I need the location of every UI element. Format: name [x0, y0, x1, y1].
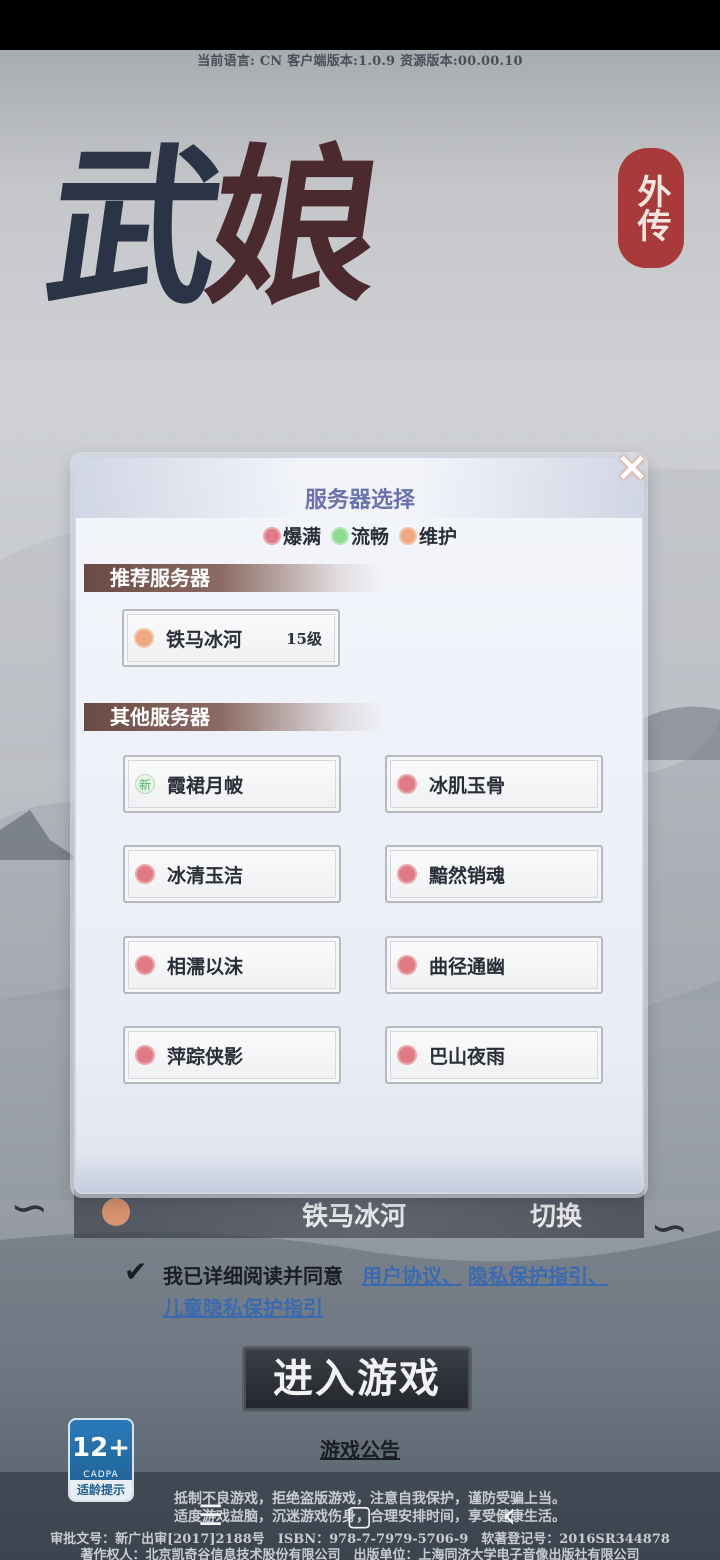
maintenance-status-icon	[134, 628, 154, 648]
legend-full: 爆满	[262, 522, 321, 549]
copyright-info: 著作权人：北京凯奇谷信息技术股份有限公司 出版单位：上海同济大学电子音像出版社有…	[80, 1548, 640, 1560]
logo-seal: 外传	[618, 148, 684, 268]
full-status-icon	[397, 864, 417, 884]
server-button[interactable]: 萍踪侠影	[123, 1026, 341, 1084]
user-agreement-link[interactable]: 用户协议、	[362, 1260, 462, 1289]
age-rating-badge[interactable]: 12+ CADPA 适龄提示	[68, 1418, 134, 1502]
status-legend: 爆满 流畅 维护	[0, 522, 720, 549]
full-status-icon	[135, 864, 155, 884]
server-button[interactable]: 冰清玉洁	[123, 845, 341, 903]
version-info: 当前语言: CN 客户端版本:1.0.9 资源版本:00.00.10	[197, 54, 523, 69]
full-status-icon	[135, 1045, 155, 1065]
back-icon[interactable]: ‹	[502, 1498, 516, 1534]
switch-server-button[interactable]: 切换	[530, 1196, 582, 1233]
server-name: 相濡以沫	[167, 955, 244, 978]
server-name: 铁马冰河	[166, 628, 243, 651]
server-name: 巴山夜雨	[429, 1045, 506, 1068]
agreement-checkbox-icon[interactable]: ✔	[124, 1258, 152, 1286]
game-logo: 武娘 外传	[30, 108, 690, 368]
server-name: 黯然销魂	[429, 864, 506, 887]
server-name: 冰清玉洁	[167, 864, 244, 887]
cloud-swirl-right-icon: ∽	[650, 1200, 689, 1254]
home-icon[interactable]: ▢	[346, 1498, 372, 1534]
server-button[interactable]: 新 霞裙月帔	[123, 755, 341, 813]
age-rating-label: 适龄提示	[70, 1480, 132, 1500]
cloud-swirl-left-icon: ∽	[10, 1180, 49, 1234]
server-name: 冰肌玉骨	[429, 774, 506, 797]
full-status-icon	[135, 955, 155, 975]
server-name: 曲径通幽	[429, 955, 506, 978]
server-button[interactable]: 相濡以沫	[123, 936, 341, 994]
current-server-name[interactable]: 铁马冰河	[302, 1196, 406, 1233]
enter-game-button[interactable]: 进入游戏	[242, 1346, 472, 1412]
age-rating-org: CADPA	[83, 1470, 119, 1480]
full-status-icon	[397, 955, 417, 975]
new-server-icon: 新	[135, 774, 155, 794]
server-name: 霞裙月帔	[167, 774, 244, 797]
server-button[interactable]: 冰肌玉骨	[385, 755, 603, 813]
menu-icon[interactable]: ☰	[198, 1498, 223, 1534]
server-button[interactable]: 巴山夜雨	[385, 1026, 603, 1084]
agreement-text: 我已详细阅读并同意	[163, 1264, 343, 1288]
recommended-servers-heading: 推荐服务器	[84, 564, 384, 592]
logo-title: 武娘	[35, 128, 385, 328]
full-status-icon	[397, 1045, 417, 1065]
full-status-icon	[397, 774, 417, 794]
maintenance-status-icon	[399, 526, 417, 545]
status-bar	[0, 0, 720, 50]
server-button-recommended[interactable]: 铁马冰河 15级	[122, 609, 340, 667]
server-button[interactable]: 曲径通幽	[385, 936, 603, 994]
server-button[interactable]: 黯然销魂	[385, 845, 603, 903]
child-privacy-link[interactable]: 儿童隐私保护指引	[163, 1292, 323, 1321]
legend-smooth: 流畅	[330, 522, 389, 549]
dialog-title: 服务器选择	[304, 487, 415, 513]
smooth-status-icon	[330, 526, 349, 545]
server-name: 萍踪侠影	[167, 1045, 244, 1068]
other-servers-heading: 其他服务器	[84, 703, 384, 731]
legend-maintenance: 维护	[399, 522, 457, 549]
privacy-guide-link[interactable]: 隐私保护指引、	[468, 1260, 608, 1289]
dialog-bottom-decoration	[76, 1152, 642, 1192]
current-server-status-dot	[102, 1198, 130, 1226]
age-rating-number: 12+	[72, 1433, 130, 1463]
full-status-icon	[262, 526, 281, 545]
server-level: 15级	[286, 629, 322, 648]
